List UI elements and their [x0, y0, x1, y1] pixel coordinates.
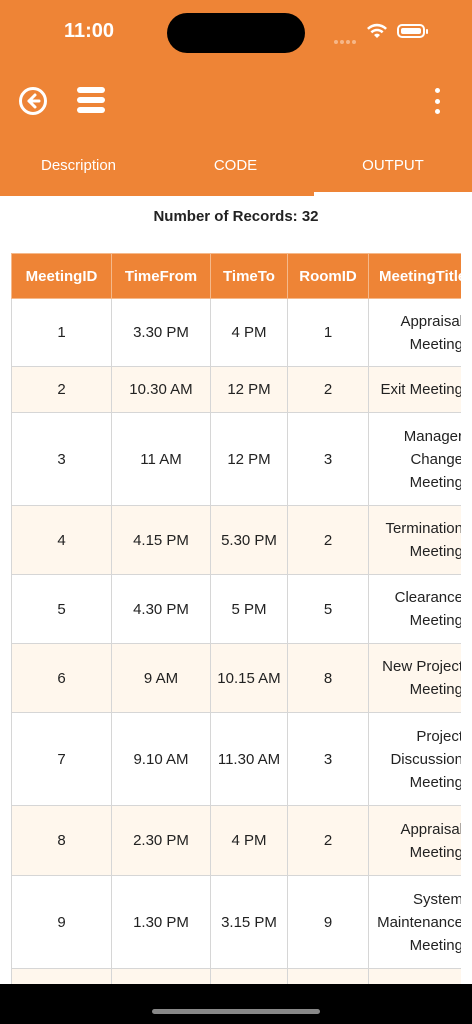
table-cell: 7 — [11, 712, 112, 806]
table-cell: 11 AM — [111, 412, 211, 506]
table-cell: 4.15 PM — [111, 505, 211, 575]
table-cell: 8 — [287, 643, 369, 713]
table-row: 7 9.10 AM 11.30 AM 3 Project Discussion Meet… — [11, 712, 461, 806]
table-cell: 1 — [287, 298, 369, 367]
table-cell: 9 — [287, 875, 369, 969]
table-cell: 1.30 PM — [111, 875, 211, 969]
results-table: MeetingID TimeFrom TimeTo RoomID Meeting… — [11, 253, 461, 986]
column-header: TimeTo — [210, 253, 288, 299]
back-circle-icon[interactable] — [18, 86, 48, 116]
table-cell: 3 — [11, 412, 112, 506]
table-row: 2 10.30 AM 12 PM 2 Exit Meeting — [11, 366, 461, 413]
status-bar: 11:00 — [0, 0, 472, 64]
record-count: Number of Records: 32 — [153, 208, 319, 225]
table-row: 4 4.15 PM 5.30 PM 2 Termination Meeting — [11, 505, 461, 575]
table-cell: 9 — [11, 875, 112, 969]
table-cell: System Maintenance Meeting — [368, 875, 461, 969]
table-row: 5 4.30 PM 5 PM 5 Clearance Meeting — [11, 574, 461, 644]
tab-bar: Description CODE OUTPUT — [0, 140, 472, 196]
table-cell: 3 — [287, 712, 369, 806]
table-cell: 9.10 AM — [111, 712, 211, 806]
table-cell: 5 PM — [210, 574, 288, 644]
app-header: 11:00 Description CODE OUTPUT — [0, 0, 472, 196]
table-row: 9 1.30 PM 3.15 PM 9 System Maintenance Meeti… — [11, 875, 461, 969]
hamburger-menu-icon[interactable] — [77, 87, 105, 113]
tab-description[interactable]: Description — [0, 140, 157, 196]
table-cell: 1 — [11, 298, 112, 367]
table-cell: 9 AM — [111, 643, 211, 713]
results-table-container[interactable]: MeetingID TimeFrom TimeTo RoomID Meeting… — [11, 253, 461, 986]
table-cell: 5 — [11, 574, 112, 644]
column-header: MeetingID — [11, 253, 112, 299]
bottom-bar — [0, 984, 472, 1024]
toolbar — [0, 76, 472, 126]
column-header: TimeFrom — [111, 253, 211, 299]
column-header: RoomID — [287, 253, 369, 299]
table-cell: 4 PM — [210, 298, 288, 367]
table-cell: 2.30 PM — [111, 805, 211, 876]
cellular-signal-icon — [334, 31, 358, 49]
status-time: 11:00 — [64, 20, 115, 42]
table-cell: 11.30 AM — [210, 712, 288, 806]
table-row: 69 AM 10.15 AM 8 New Project Meeting — [11, 643, 461, 713]
table-cell: 8 — [11, 805, 112, 876]
table-cell: 2 — [287, 805, 369, 876]
table-cell: Appraisal Meeting — [368, 298, 461, 367]
table-cell: Appraisal Meeting — [368, 805, 461, 876]
table-cell: 4.30 PM — [111, 574, 211, 644]
table-cell: 2 — [287, 366, 369, 413]
table-cell: 3.15 PM — [210, 875, 288, 969]
table-cell: 2 — [287, 505, 369, 575]
table-cell: 12 PM — [210, 366, 288, 413]
table-cell: Exit Meeting — [368, 366, 461, 413]
table-cell: 4 PM — [210, 805, 288, 876]
table-cell: New Project Meeting — [368, 643, 461, 713]
table-cell: Clearance Meeting — [368, 574, 461, 644]
table-cell: 4 — [11, 505, 112, 575]
dynamic-island — [167, 13, 305, 53]
table-cell: 12 PM — [210, 412, 288, 506]
table-header-row: MeetingID TimeFrom TimeTo RoomID Meeting… — [11, 253, 461, 299]
tab-code[interactable]: CODE — [157, 140, 314, 196]
table-cell: 6 — [11, 643, 112, 713]
table-cell: 5.30 PM — [210, 505, 288, 575]
table-cell: 2 — [11, 366, 112, 413]
table-cell: Project Discussion Meeting — [368, 712, 461, 806]
table-cell: Manager Change Meeting — [368, 412, 461, 506]
table-cell: 10.15 AM — [210, 643, 288, 713]
battery-icon — [397, 24, 428, 38]
table-cell: 10.30 AM — [111, 366, 211, 413]
more-vertical-icon[interactable] — [428, 88, 446, 114]
table-row: 3 11 AM 12 PM 3 Manager Change Meeting — [11, 412, 461, 506]
table-cell: 3.30 PM — [111, 298, 211, 367]
home-indicator[interactable] — [152, 1009, 320, 1014]
table-cell: Termination Meeting — [368, 505, 461, 575]
wifi-icon — [367, 23, 387, 38]
tab-output[interactable]: OUTPUT — [314, 140, 472, 196]
table-cell: 5 — [287, 574, 369, 644]
column-header: MeetingTitle — [368, 253, 461, 299]
table-row: 8 2.30 PM 4 PM 2 Appraisal Meeting — [11, 805, 461, 876]
table-row: 1 3.30 PM 4 PM 1 Appraisal Meeting — [11, 298, 461, 367]
table-cell: 3 — [287, 412, 369, 506]
